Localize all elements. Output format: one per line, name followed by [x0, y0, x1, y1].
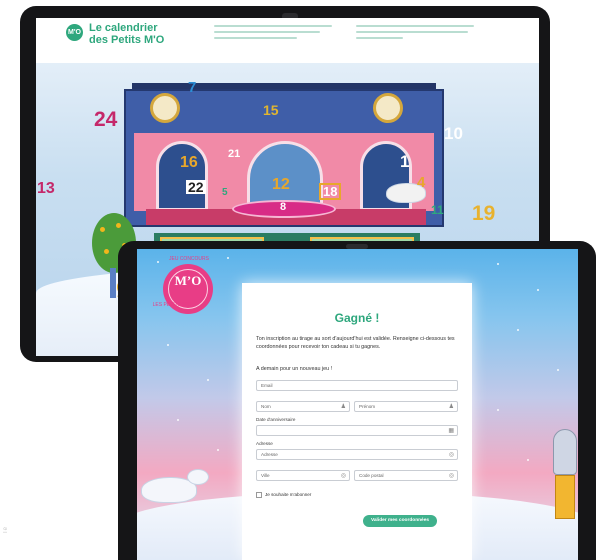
address-field[interactable]: Adresse ◎ — [256, 449, 458, 460]
site-header: M'O Le calendrier des Petits M'O — [36, 18, 539, 63]
page-title: Gagné ! — [334, 311, 380, 325]
door-24[interactable]: 24 — [94, 109, 117, 130]
door-7[interactable]: 7 — [188, 80, 196, 95]
door-12[interactable]: 12 — [272, 177, 290, 193]
door-1[interactable]: 1 — [400, 153, 409, 170]
first-name-field[interactable]: Prénom ♟ — [354, 401, 458, 412]
person-icon: ♟ — [340, 404, 346, 410]
badge-top-text: JEU CONCOURS — [168, 256, 209, 262]
postal-code-placeholder: Code postal — [359, 473, 384, 478]
submit-button[interactable]: Valider mes coordonnées — [363, 515, 437, 527]
registration-card: Gagné ! Ton inscription au tirage au sor… — [242, 283, 472, 560]
intro-text-block — [214, 25, 332, 49]
site-title-line-1: Le calendrier — [89, 22, 158, 34]
newsletter-label: Je souhaite m'abonner — [265, 492, 312, 497]
door-16[interactable]: 16 — [180, 155, 198, 171]
clock-left-icon — [150, 93, 180, 123]
door-11[interactable]: 11 — [431, 204, 444, 216]
site-title[interactable]: Le calendrier des Petits M'O — [89, 22, 199, 46]
front-laptop: JEU CONCOURS M’O LES PETITS M'O Gagné ! … — [118, 241, 596, 560]
site-title-line-2: des Petits M'O — [89, 34, 165, 46]
door-15[interactable]: 15 — [263, 103, 279, 117]
last-name-field[interactable]: Nom ♟ — [256, 401, 350, 412]
door-5[interactable]: 5 — [222, 188, 228, 198]
confirmation-message: Ton inscription au tirage au sort d'aujo… — [256, 336, 455, 350]
site-logo-icon[interactable]: M'O — [66, 24, 83, 41]
rules-text-block — [356, 25, 474, 49]
location-icon: ◎ — [448, 473, 454, 479]
newsletter-checkbox[interactable] — [256, 492, 262, 498]
door-21[interactable]: 21 — [228, 149, 240, 160]
location-icon: ◎ — [340, 473, 346, 479]
address-placeholder: Adresse — [261, 452, 278, 457]
door-18[interactable]: 18 — [319, 183, 342, 200]
polar-bear-icon — [141, 465, 213, 509]
door-10[interactable]: 10 — [444, 125, 463, 142]
postal-code-field[interactable]: Code postal ◎ — [354, 470, 458, 481]
door-22[interactable]: 22 — [186, 180, 206, 194]
email-placeholder: Email — [261, 383, 273, 388]
address-label: Adresse — [256, 441, 273, 446]
first-name-placeholder: Prénom — [359, 404, 376, 409]
city-placeholder: Ville — [261, 473, 270, 478]
last-name-placeholder: Nom — [261, 404, 271, 409]
see-you-tomorrow-text: A demain pour un nouveau jeu ! — [256, 366, 333, 372]
door-13[interactable]: 13 — [37, 181, 55, 197]
statue-icon — [549, 429, 578, 519]
clock-right-icon — [373, 93, 403, 123]
door-8[interactable]: 8 — [280, 202, 286, 213]
door-19[interactable]: 19 — [472, 203, 495, 224]
door-4[interactable]: 4 — [417, 175, 425, 190]
contest-screen: JEU CONCOURS M’O LES PETITS M'O Gagné ! … — [137, 249, 578, 560]
birthdate-field[interactable]: ▦ — [256, 425, 458, 436]
city-field[interactable]: Ville ◎ — [256, 470, 350, 481]
badge-letters: M’O — [174, 273, 202, 288]
email-field[interactable]: Email — [256, 380, 458, 391]
badge-bottom-text: LES PETITS M'O — [152, 302, 192, 308]
person-icon: ♟ — [448, 404, 454, 410]
birthdate-label: Date d'anniversaire — [256, 417, 296, 422]
side-caption: Té — [3, 527, 9, 535]
arch-left — [156, 141, 208, 211]
location-icon: ◎ — [448, 452, 454, 458]
calendar-icon: ▦ — [448, 428, 454, 434]
